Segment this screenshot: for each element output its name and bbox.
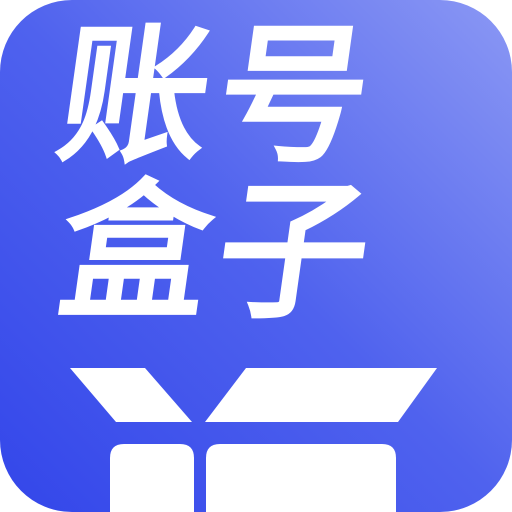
- box-flap-left: [70, 368, 192, 422]
- open-box-icon: [70, 368, 437, 512]
- box-body-right: [206, 444, 396, 512]
- box-flap-right: [205, 368, 437, 422]
- app-icon[interactable]: 账号 盒子: [0, 0, 512, 512]
- box-body-left: [110, 444, 194, 512]
